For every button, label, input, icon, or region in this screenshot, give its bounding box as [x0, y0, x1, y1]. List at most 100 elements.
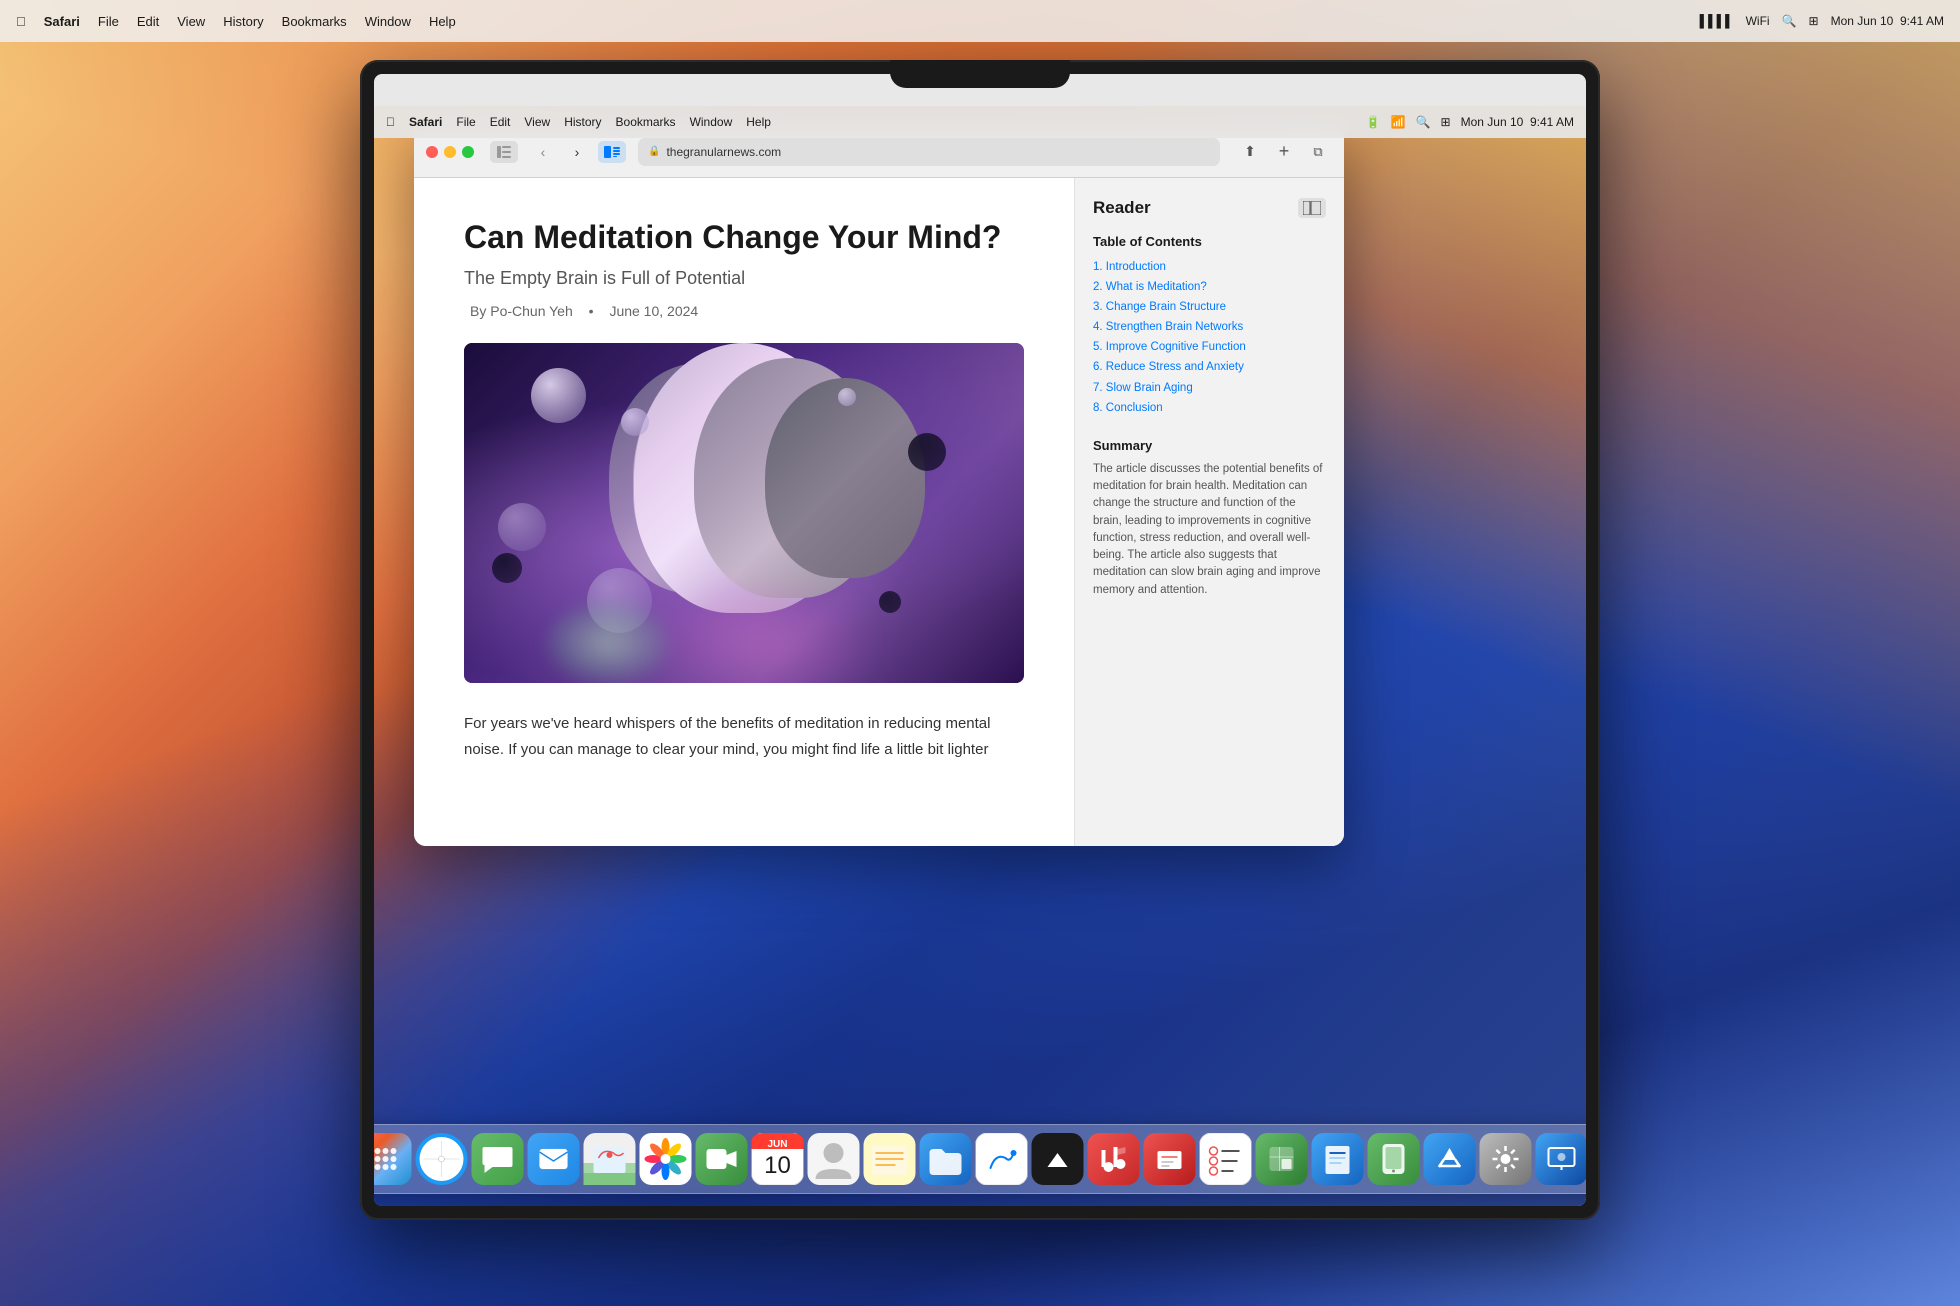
bookmarks-menu[interactable]: Bookmarks: [282, 14, 347, 29]
svg-text:10: 10: [764, 1152, 791, 1179]
article-subtitle: The Empty Brain is Full of Potential: [464, 268, 1024, 289]
laptop-frame:  Safari File Edit View History Bookmark…: [360, 60, 1600, 1220]
edit-menu[interactable]: Edit: [137, 14, 159, 29]
help-menu[interactable]: Help: [429, 14, 456, 29]
forward-button[interactable]: ›: [564, 139, 590, 165]
screen-search[interactable]: 🔍: [1416, 115, 1431, 129]
screen-safari-label[interactable]: Safari: [409, 115, 442, 129]
dock-item-system-settings[interactable]: [1480, 1133, 1532, 1185]
dock-item-facetime[interactable]: [696, 1133, 748, 1185]
dock: 🔵: [374, 1124, 1586, 1194]
dock-item-mail[interactable]: [528, 1133, 580, 1185]
dock-item-numbers[interactable]: [1256, 1133, 1308, 1185]
close-button[interactable]: [426, 146, 438, 158]
toc-item-8[interactable]: 8. Conclusion: [1093, 398, 1326, 418]
article-body[interactable]: For years we've heard whispers of the be…: [464, 711, 1024, 762]
screen-history-menu[interactable]: History: [564, 115, 601, 129]
dock-item-music[interactable]: [1088, 1133, 1140, 1185]
toc-item-6[interactable]: 6. Reduce Stress and Anxiety: [1093, 357, 1326, 377]
file-menu[interactable]: File: [98, 14, 119, 29]
screen-wallpaper:  Safari File Edit View History Bookmark…: [374, 106, 1586, 1206]
article-body-text: For years we've heard whispers of the be…: [464, 711, 1024, 762]
toc-item-1[interactable]: 1. Introduction: [1093, 257, 1326, 277]
dock-item-photos[interactable]: [640, 1133, 692, 1185]
address-bar[interactable]: 🔒 thegranularnews.com: [638, 138, 1220, 166]
toc-item-5[interactable]: 5. Improve Cognitive Function: [1093, 337, 1326, 357]
toc-item-7[interactable]: 7. Slow Brain Aging: [1093, 378, 1326, 398]
reader-view-toggle[interactable]: [1298, 198, 1326, 218]
dock-item-calendar[interactable]: JUN 10: [752, 1133, 804, 1185]
dock-item-notes[interactable]: [864, 1133, 916, 1185]
screen-menu-right: 🔋 📶 🔍 ⊞ Mon Jun 10 9:41 AM: [1366, 115, 1574, 129]
view-menu[interactable]: View: [177, 14, 205, 29]
history-menu[interactable]: History: [223, 14, 263, 29]
dock-item-reminders[interactable]: [1200, 1133, 1252, 1185]
battery-status: ▌▌▌▌: [1700, 14, 1734, 28]
article-title: Can Meditation Change Your Mind?: [464, 218, 1024, 256]
hero-visual: [464, 343, 1024, 683]
screen-control[interactable]: ⊞: [1441, 115, 1451, 129]
toc-item-2[interactable]: 2. What is Meditation?: [1093, 277, 1326, 297]
sidebar-toggle-button[interactable]: [490, 141, 518, 163]
article-hero-image: [464, 343, 1024, 683]
url-display: thegranularnews.com: [666, 145, 781, 159]
dock-item-maps[interactable]: [584, 1133, 636, 1185]
safari-content: Can Meditation Change Your Mind? The Emp…: [414, 178, 1344, 846]
toolbar-actions: ⬆ + ⧉: [1236, 138, 1332, 166]
control-center[interactable]: ⊞: [1809, 14, 1819, 28]
menu-bar-right: ▌▌▌▌ WiFi 🔍 ⊞ Mon Jun 10 9:41 AM: [1700, 14, 1944, 28]
dock-item-screen-saver[interactable]: [1536, 1133, 1587, 1185]
screen-help-menu[interactable]: Help: [746, 115, 771, 129]
minimize-button[interactable]: [444, 146, 456, 158]
screen-window-menu[interactable]: Window: [690, 115, 733, 129]
search-status[interactable]: 🔍: [1782, 14, 1797, 28]
window-menu[interactable]: Window: [365, 14, 411, 29]
screen-apple-menu[interactable]: : [386, 115, 395, 129]
lock-icon: 🔒: [648, 146, 660, 157]
reader-panel: Reader Table of Contents: [1074, 178, 1344, 846]
screen-bezel:  Safari File Edit View History Bookmark…: [360, 60, 1600, 1220]
svg-text:JUN: JUN: [767, 1139, 787, 1150]
new-tab-button[interactable]: +: [1270, 138, 1298, 166]
app-name-menu[interactable]: Safari: [44, 14, 80, 29]
dock-item-launchpad[interactable]: [374, 1133, 412, 1185]
maximize-button[interactable]: [462, 146, 474, 158]
wifi-status: WiFi: [1746, 14, 1770, 28]
dock-item-appletv[interactable]: [1032, 1133, 1084, 1185]
screen-view-menu[interactable]: View: [524, 115, 550, 129]
dock-item-pages[interactable]: [1312, 1133, 1364, 1185]
summary-heading: Summary: [1093, 438, 1326, 453]
article-date: June 10, 2024: [609, 303, 698, 319]
reader-header: Reader: [1093, 198, 1326, 218]
dock-item-freeform[interactable]: [976, 1133, 1028, 1185]
back-button[interactable]: ‹: [530, 139, 556, 165]
dock-item-contacts[interactable]: [808, 1133, 860, 1185]
screen-menu-bar:  Safari File Edit View History Bookmark…: [374, 106, 1586, 138]
reader-mode-button[interactable]: [598, 141, 626, 163]
dock-item-appstore[interactable]: [1424, 1133, 1476, 1185]
article-author: By Po-Chun Yeh: [470, 303, 573, 319]
dock-item-files[interactable]: [920, 1133, 972, 1185]
screen-battery: 🔋: [1366, 115, 1381, 129]
share-button[interactable]: ⬆: [1236, 138, 1264, 166]
dock-item-phone-mirror[interactable]: [1368, 1133, 1420, 1185]
apple-menu[interactable]: : [16, 14, 26, 29]
dock-item-messages[interactable]: [472, 1133, 524, 1185]
notch: [890, 60, 1070, 88]
screen-file-menu[interactable]: File: [456, 115, 475, 129]
screen-bookmarks-menu[interactable]: Bookmarks: [616, 115, 676, 129]
toc-heading: Table of Contents: [1093, 234, 1326, 249]
reader-panel-title: Reader: [1093, 198, 1151, 218]
toc-item-4[interactable]: 4. Strengthen Brain Networks: [1093, 317, 1326, 337]
tab-overview-button[interactable]: ⧉: [1304, 138, 1332, 166]
screen-edit-menu[interactable]: Edit: [490, 115, 511, 129]
traffic-lights: [426, 146, 474, 158]
dock-item-safari[interactable]: [416, 1133, 468, 1185]
toc-item-3[interactable]: 3. Change Brain Structure: [1093, 297, 1326, 317]
article-area[interactable]: Can Meditation Change Your Mind? The Emp…: [414, 178, 1074, 846]
table-of-contents: 1. Introduction 2. What is Meditation? 3…: [1093, 257, 1326, 418]
screen-content:  Safari File Edit View History Bookmark…: [374, 74, 1586, 1206]
menu-bar:  Safari File Edit View History Bookmark…: [0, 0, 1960, 42]
article-meta: By Po-Chun Yeh • June 10, 2024: [464, 303, 1024, 319]
dock-item-news[interactable]: [1144, 1133, 1196, 1185]
